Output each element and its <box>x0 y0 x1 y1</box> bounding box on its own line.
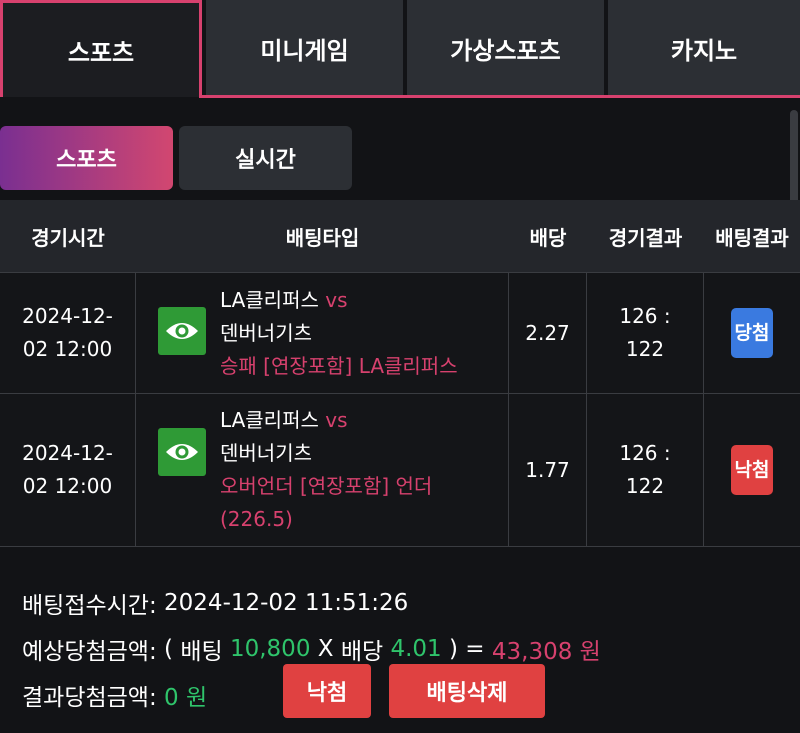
scrollbar[interactable] <box>790 110 798 210</box>
home-team: LA클리퍼스 <box>220 408 319 432</box>
game-time-clock: 02 12:00 <box>22 337 113 361</box>
tab-underline <box>199 95 800 98</box>
table-row: 2024-12- 02 12:00 LA클리퍼스 vs 덴버너기츠 승패 [연장… <box>0 272 800 393</box>
delete-bet-button[interactable]: 배팅삭제 <box>389 664 545 718</box>
subtab-live[interactable]: 실시간 <box>179 126 352 190</box>
expected-amount: 43,308 원 <box>491 639 601 665</box>
header-bet-result: 배팅결과 <box>715 225 789 250</box>
tab-minigame[interactable]: 미니게임 <box>206 0 403 97</box>
bet-amount: 10,800 <box>229 636 311 662</box>
win-badge: 당첨 <box>731 308 773 358</box>
header-game-result: 경기결과 <box>608 225 683 250</box>
close-eq: ) = <box>449 636 485 662</box>
game-score: 126 : 122 <box>587 273 704 393</box>
eye-icon[interactable] <box>158 307 206 355</box>
bet-result: 낙첨 <box>704 394 800 546</box>
game-time: 2024-12- 02 12:00 <box>0 394 136 546</box>
game-time-date: 2024-12- <box>22 304 113 328</box>
score-line: 122 <box>625 337 665 361</box>
eye-icon[interactable] <box>158 428 206 476</box>
lose-status-button[interactable]: 낙첨 <box>283 664 371 718</box>
accept-time-line: 배팅접수시간: 2024-12-02 11:51:26 <box>22 580 792 626</box>
header-odds: 배당 <box>529 225 567 250</box>
score-line: 126 : <box>619 441 671 465</box>
header-game-time: 경기시간 <box>31 225 105 250</box>
home-team: LA클리퍼스 <box>220 287 319 312</box>
bet-history-table: 경기시간 배팅타입 배당 경기결과 배팅결과 2024-12- 02 12:00… <box>0 200 800 547</box>
bet-type: LA클리퍼스 vs 덴버너기츠 승패 [연장포함] LA클리퍼스 <box>136 273 509 393</box>
bet-type: LA클리퍼스 vs 덴버너기츠 오버언더 [연장포함] 언더 (226.5) <box>136 394 509 546</box>
bet-type-text: LA클리퍼스 vs 덴버너기츠 승패 [연장포함] LA클리퍼스 <box>220 284 458 383</box>
result-amount: 0 원 <box>164 685 208 711</box>
header-bet-type: 배팅타입 <box>285 225 360 250</box>
odds-value: 2.27 <box>509 273 587 393</box>
lose-badge: 낙첨 <box>731 445 773 495</box>
sub-tab-bar: 스포츠 실시간 <box>0 126 352 190</box>
expected-label: 예상당첨금액: <box>22 639 157 665</box>
accept-time-label: 배팅접수시간: <box>22 593 157 619</box>
tab-sports[interactable]: 스포츠 <box>0 0 202 97</box>
away-team: 덴버너기츠 <box>220 320 312 345</box>
odds-label: 배당 <box>340 639 384 665</box>
result-label: 결과당첨금액: <box>22 685 157 711</box>
score-line: 126 : <box>619 304 671 328</box>
game-score: 126 : 122 <box>587 394 704 546</box>
tab-casino[interactable]: 카지노 <box>608 0 800 97</box>
bet-result: 당첨 <box>704 273 800 393</box>
open-paren: ( <box>164 636 174 662</box>
bet-pick: 승패 [연장포함] LA클리퍼스 <box>220 353 458 378</box>
score-line: 122 <box>625 474 665 498</box>
game-time-date: 2024-12- <box>22 441 113 465</box>
tab-virtual-sports[interactable]: 가상스포츠 <box>407 0 604 97</box>
bet-pick-line: (226.5) <box>220 507 293 531</box>
top-tab-bar: 스포츠 미니게임 가상스포츠 카지노 <box>0 0 800 100</box>
table-header: 경기시간 배팅타입 배당 경기결과 배팅결과 <box>0 200 800 272</box>
total-odds: 4.01 <box>390 636 442 662</box>
game-time-clock: 02 12:00 <box>22 474 113 498</box>
bet-type-text: LA클리퍼스 vs 덴버너기츠 오버언더 [연장포함] 언더 (226.5) <box>220 404 432 536</box>
table-row: 2024-12- 02 12:00 LA클리퍼스 vs 덴버너기츠 오버언더 [… <box>0 393 800 547</box>
bet-label: 배팅 <box>180 639 223 665</box>
vs-label: vs <box>325 408 348 432</box>
away-team: 덴버너기츠 <box>220 441 312 465</box>
vs-label: vs <box>325 287 348 312</box>
accept-time-value: 2024-12-02 11:51:26 <box>164 590 409 616</box>
game-time: 2024-12- 02 12:00 <box>0 273 136 393</box>
times-sign: X <box>317 636 334 662</box>
odds-value: 1.77 <box>509 394 587 546</box>
bet-pick: 오버언더 [연장포함] 언더 <box>220 474 433 498</box>
subtab-sports[interactable]: 스포츠 <box>0 126 173 190</box>
